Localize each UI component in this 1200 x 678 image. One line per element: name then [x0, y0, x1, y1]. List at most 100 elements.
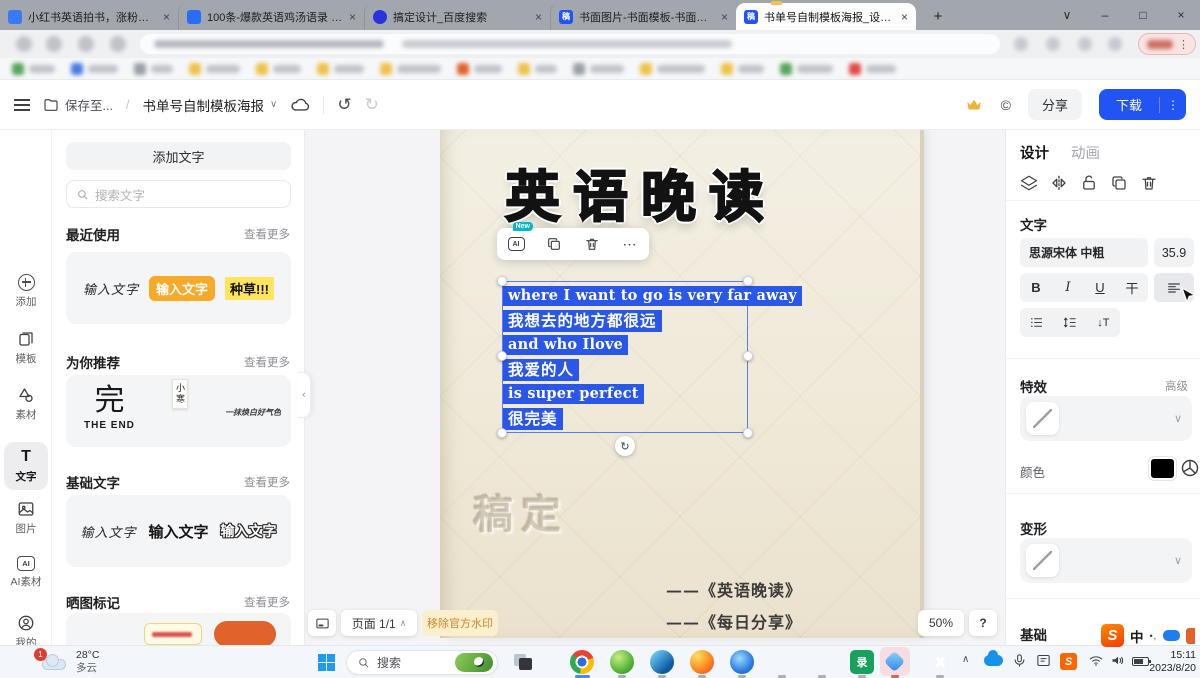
sidebar-item-templates[interactable]: 模板: [0, 330, 52, 366]
bookmark-item[interactable]: [518, 63, 557, 75]
bookmark-item[interactable]: [317, 63, 364, 75]
ime-emoji-icon[interactable]: •,: [1150, 631, 1158, 641]
recent-text-card[interactable]: 输入文字 输入文字 种草!!!: [66, 252, 291, 324]
tab-close-icon[interactable]: ×: [721, 10, 728, 24]
taskbar-browser360se-icon[interactable]: [610, 650, 634, 674]
advanced-link[interactable]: 高级: [1165, 378, 1188, 394]
window-menu-chevron[interactable]: ∨: [1048, 0, 1086, 30]
taskbar-edge-icon[interactable]: [650, 650, 674, 674]
sidebar-item-assets[interactable]: 素材: [0, 386, 52, 422]
the-end-style[interactable]: 完 THE END: [84, 385, 135, 431]
strikethrough-button[interactable]: 干: [1116, 273, 1148, 302]
sidebar-item-images[interactable]: 图片: [0, 500, 52, 536]
vertical-text-button[interactable]: ↓T: [1087, 308, 1120, 337]
refresh-button[interactable]: [78, 36, 94, 52]
bullet-list-button[interactable]: [1020, 308, 1053, 337]
text-style-orange-chip[interactable]: 输入文字: [149, 276, 215, 301]
bold-button[interactable]: B: [1020, 273, 1052, 302]
page-list-button[interactable]: [308, 610, 336, 636]
weather-widget[interactable]: 1 28°C 多云: [40, 649, 99, 674]
tab-design[interactable]: 设计: [1020, 142, 1049, 163]
microphone-tray-icon[interactable]: [1012, 653, 1027, 668]
browser-menu-icon[interactable]: ⋮: [1178, 38, 1189, 51]
copyright-icon[interactable]: ©: [1001, 97, 1011, 113]
line-spacing-button[interactable]: [1053, 308, 1086, 337]
add-text-button[interactable]: 添加文字: [66, 142, 291, 170]
effect-select[interactable]: ∨: [1020, 396, 1192, 441]
tab-close-icon[interactable]: ×: [901, 10, 908, 24]
warp-select[interactable]: ∨: [1020, 538, 1192, 583]
taskbar-search[interactable]: 搜索: [346, 650, 498, 675]
bookmark-item[interactable]: [134, 63, 173, 75]
zoom-level-button[interactable]: 50%: [918, 610, 964, 636]
ime-language-indicator[interactable]: 中: [1130, 626, 1144, 646]
undo-button[interactable]: ↺: [337, 95, 351, 115]
lock-icon[interactable]: [1080, 174, 1098, 192]
tab-close-icon[interactable]: ×: [163, 10, 170, 24]
taskbar-chrome-icon[interactable]: [570, 650, 594, 674]
remove-watermark-button[interactable]: 移除官方水印: [422, 610, 498, 636]
browser-tab-2[interactable]: 100条-爆款英语鸡汤语录 - 飞书 ×: [178, 3, 364, 30]
menu-icon[interactable]: [14, 99, 30, 111]
search-input[interactable]: 搜索文字: [66, 180, 291, 208]
see-more-link[interactable]: 查看更多: [244, 474, 290, 490]
share-button[interactable]: 分享: [1028, 89, 1082, 120]
save-to-button[interactable]: 保存至...: [43, 95, 113, 114]
browser-tab-1[interactable]: 小红书英语拍书，涨粉特别快， ×: [0, 3, 178, 30]
text-style-script[interactable]: 输入文字: [80, 522, 136, 541]
cloud-sync-icon[interactable]: [290, 95, 310, 115]
resize-handle-e[interactable]: [743, 351, 753, 361]
sidebar-item-add[interactable]: 添加: [0, 274, 52, 309]
color-swatch[interactable]: [1149, 457, 1176, 480]
home-button[interactable]: [110, 36, 126, 52]
bookmark-item[interactable]: [12, 63, 55, 75]
browser-tab-4[interactable]: 稿 书面图片-书面模板-书面海报图片 ×: [550, 3, 736, 30]
browser-tab-5-active[interactable]: 稿 书单号自制模板海报_设计页 - 稿 ×: [736, 3, 916, 30]
text-style-outline[interactable]: 输入文字: [221, 521, 277, 541]
tab-close-icon[interactable]: ×: [535, 10, 542, 24]
resize-handle-sw[interactable]: [497, 428, 507, 438]
italic-button[interactable]: I: [1052, 273, 1084, 302]
bookmark-item[interactable]: [256, 63, 301, 75]
bookmark-item[interactable]: [189, 63, 240, 75]
design-canvas[interactable]: 英语晚读 AI New ⋯ where I want to go is very…: [305, 130, 1005, 645]
window-minimize-button[interactable]: –: [1086, 0, 1124, 30]
bookmark-star-icon[interactable]: [1078, 37, 1092, 51]
basic-text-card[interactable]: 输入文字 输入文字 输入文字: [66, 495, 291, 567]
bookmark-item[interactable]: [457, 63, 502, 75]
window-close-button[interactable]: ×: [1162, 0, 1200, 30]
bookmark-item[interactable]: [573, 63, 624, 75]
color-picker-icon[interactable]: [1180, 458, 1200, 478]
profile-avatar[interactable]: [1108, 37, 1122, 51]
forward-button[interactable]: [46, 36, 62, 52]
cloud-drive-tray-icon[interactable]: [984, 655, 1003, 666]
bookmark-item[interactable]: [721, 63, 764, 75]
see-more-link[interactable]: 查看更多: [244, 354, 290, 370]
document-title[interactable]: 书单号自制模板海报 ∨: [143, 95, 278, 115]
rotate-handle[interactable]: ↻: [615, 436, 635, 456]
browser-update-button[interactable]: ⋮: [1138, 33, 1196, 55]
layers-icon[interactable]: [1020, 174, 1038, 192]
tab-close-icon[interactable]: ×: [349, 10, 356, 24]
bookmark-item[interactable]: [780, 63, 833, 75]
font-family-select[interactable]: 思源宋体 中粗: [1020, 238, 1148, 267]
bookmark-item[interactable]: [380, 63, 441, 75]
extension-icon[interactable]: [1046, 37, 1060, 51]
text-line[interactable]: where I want to go is very far away: [503, 286, 802, 306]
delete-button[interactable]: [573, 228, 611, 260]
ime-skin-icon[interactable]: [1186, 628, 1195, 644]
more-options-button[interactable]: ⋯: [611, 228, 649, 260]
download-more-icon[interactable]: ⋮: [1160, 98, 1186, 112]
download-button[interactable]: 下载 ⋮: [1099, 89, 1186, 120]
sidebar-item-text[interactable]: T 文字: [0, 448, 52, 484]
ime-toolbox-icon[interactable]: [1163, 630, 1180, 641]
bookmark-item[interactable]: [849, 63, 896, 75]
browser-tab-3[interactable]: 搞定设计_百度搜索 ×: [364, 3, 550, 30]
resize-handle-se[interactable]: [743, 428, 753, 438]
sogou-logo-icon[interactable]: S: [1101, 624, 1124, 647]
speech-bubble-sticker[interactable]: [144, 623, 202, 645]
window-maximize-button[interactable]: □: [1124, 0, 1162, 30]
page-indicator[interactable]: 页面 1/1 ∧: [341, 610, 417, 636]
text-line[interactable]: and who Ilove: [503, 335, 628, 355]
text-style-script[interactable]: 输入文字: [83, 279, 139, 298]
